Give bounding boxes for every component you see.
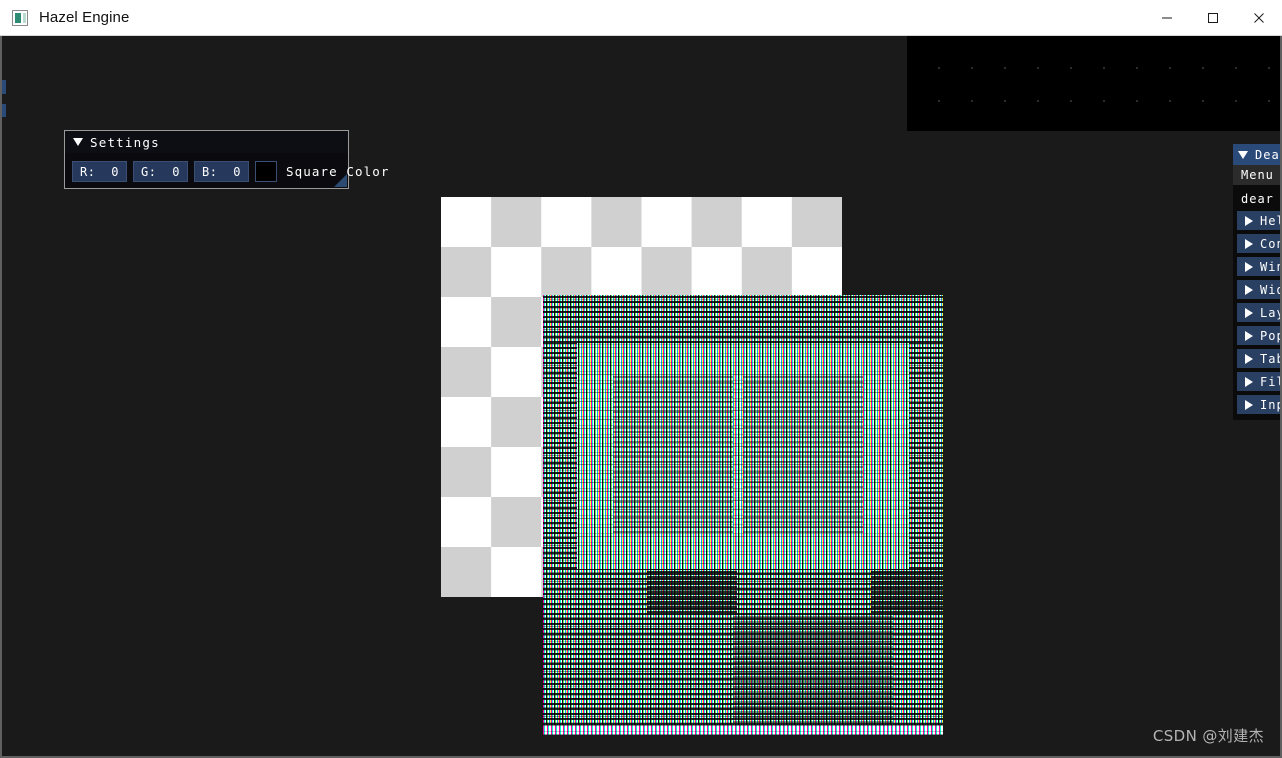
dear-imgui-demo-window[interactable]: Dear Menu dear im Hel Con Win: [1233, 144, 1280, 420]
demo-title: Dear: [1255, 147, 1280, 162]
settings-window[interactable]: Settings R: 0 G: 0 B: 0 Square Color: [64, 130, 388, 189]
corrupted-texture-quad: [543, 295, 943, 735]
noise-banding-layer: [543, 295, 943, 735]
tree-node-tables[interactable]: Tab: [1237, 349, 1280, 368]
hazel-app-icon: [12, 9, 28, 26]
settings-titlebar[interactable]: Settings: [65, 131, 348, 153]
tree-node-label: Tab: [1260, 351, 1280, 366]
demo-intro-text: dear im: [1241, 192, 1280, 206]
settings-title: Settings: [90, 134, 160, 150]
drag-float-b-label: B:: [202, 164, 218, 179]
resize-grip-icon[interactable]: [334, 174, 347, 187]
drag-float-b-value: 0: [233, 164, 241, 179]
application-window: Hazel Engine Settings R: 0 G: 0 B: 0 Squ…: [0, 0, 1282, 758]
tree-node-inputs[interactable]: Inp: [1237, 395, 1280, 414]
tree-node-label: Wid: [1260, 282, 1280, 297]
tree-node-label: Win: [1260, 259, 1280, 274]
tree-node-window-options[interactable]: Win: [1237, 257, 1280, 276]
drag-float-g-value: 0: [172, 164, 180, 179]
maximize-icon: [1208, 12, 1218, 23]
menu-item-menu[interactable]: Menu: [1241, 168, 1274, 182]
square-color-swatch[interactable]: [255, 161, 277, 182]
tree-node-help[interactable]: Hel: [1237, 211, 1280, 230]
tree-node-popups[interactable]: Pop: [1237, 326, 1280, 345]
csdn-watermark: CSDN @刘建杰: [1152, 727, 1264, 745]
triangle-right-icon[interactable]: [1245, 399, 1253, 410]
tree-node-label: Hel: [1260, 213, 1280, 228]
triangle-right-icon[interactable]: [1245, 353, 1253, 364]
triangle-right-icon[interactable]: [1245, 307, 1253, 318]
maximize-button[interactable]: [1190, 0, 1236, 35]
demo-menubar[interactable]: Menu: [1233, 165, 1280, 185]
demo-titlebar[interactable]: Dear: [1233, 144, 1280, 165]
triangle-right-icon[interactable]: [1245, 261, 1253, 272]
drag-float-r-value: 0: [111, 164, 119, 179]
window-controls: [1144, 0, 1282, 35]
triangle-down-icon[interactable]: [73, 138, 83, 146]
close-icon: [1254, 12, 1264, 23]
drag-float-g-label: G:: [141, 164, 157, 179]
tree-node-label: Lay: [1260, 305, 1280, 320]
tree-node-label: Pop: [1260, 328, 1280, 343]
triangle-down-icon[interactable]: [1238, 150, 1248, 159]
triangle-right-icon[interactable]: [1245, 284, 1253, 295]
tree-node-label: Inp: [1260, 397, 1280, 412]
dark-tile-grid: [907, 36, 1280, 131]
window-title: Hazel Engine: [39, 9, 130, 26]
drag-float-r[interactable]: R: 0: [72, 161, 127, 182]
minimize-icon: [1162, 17, 1172, 18]
triangle-right-icon[interactable]: [1245, 238, 1253, 249]
demo-body: dear im Hel Con Win Wid: [1233, 185, 1280, 414]
triangle-right-icon[interactable]: [1245, 376, 1253, 387]
settings-body: R: 0 G: 0 B: 0 Square Color: [65, 153, 388, 187]
offscreen-window-sliver[interactable]: [2, 80, 6, 94]
tree-node-label: Fil: [1260, 374, 1280, 389]
tree-node-label: Con: [1260, 236, 1280, 251]
tree-node-filtering[interactable]: Fil: [1237, 372, 1280, 391]
close-button[interactable]: [1236, 0, 1282, 35]
render-viewport[interactable]: Settings R: 0 G: 0 B: 0 Square Color Dea…: [0, 36, 1282, 758]
drag-float-g[interactable]: G: 0: [133, 161, 188, 182]
drag-float-r-label: R:: [80, 164, 96, 179]
tree-node-configuration[interactable]: Con: [1237, 234, 1280, 253]
tree-node-layout[interactable]: Lay: [1237, 303, 1280, 322]
triangle-right-icon[interactable]: [1245, 215, 1253, 226]
triangle-right-icon[interactable]: [1245, 330, 1253, 341]
minimize-button[interactable]: [1144, 0, 1190, 35]
offscreen-window-sliver[interactable]: [2, 104, 6, 117]
drag-float-b[interactable]: B: 0: [194, 161, 249, 182]
title-bar[interactable]: Hazel Engine: [0, 0, 1282, 36]
tree-node-widgets[interactable]: Wid: [1237, 280, 1280, 299]
